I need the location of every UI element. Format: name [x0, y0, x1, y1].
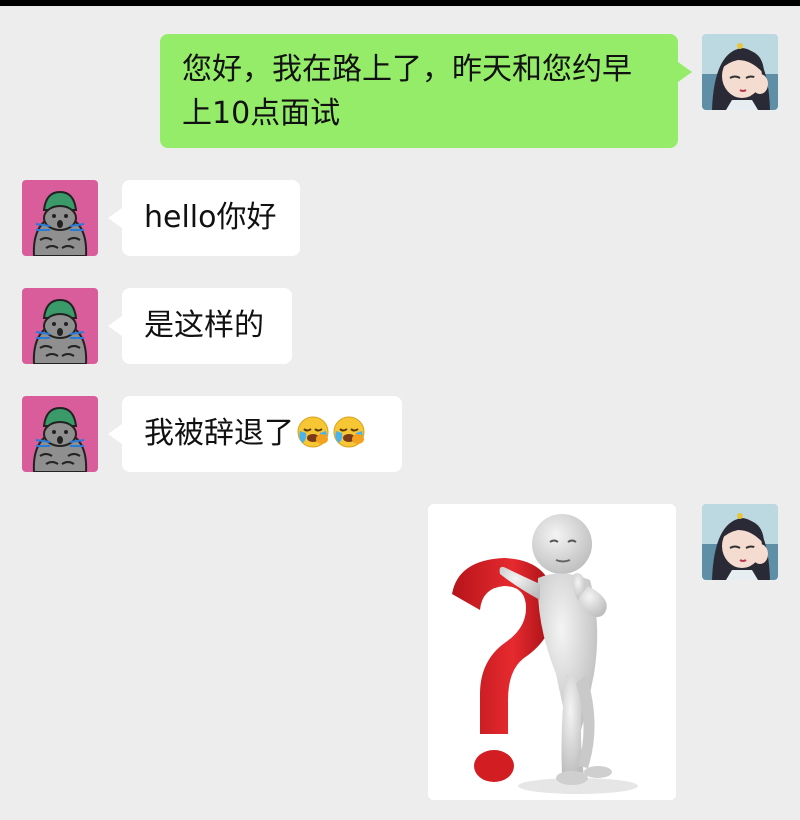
message-text: 我被辞退了	[144, 416, 294, 451]
thinking-figure-question-mark-image	[428, 504, 676, 800]
message-text: 您好，我在路上了，昨天和您约早上10点面试	[182, 52, 632, 131]
contact-avatar[interactable]	[22, 288, 98, 364]
anime-girl-avatar-icon	[702, 34, 778, 110]
incoming-message-bubble[interactable]: 我被辞退了	[108, 396, 402, 472]
contact-avatar[interactable]	[22, 180, 98, 256]
user-avatar[interactable]	[702, 34, 778, 110]
incoming-message-bubble[interactable]: hello你好	[108, 180, 300, 256]
top-edge	[0, 0, 800, 6]
user-avatar[interactable]	[702, 504, 778, 580]
bubble-tail	[678, 62, 692, 82]
bubble-tail	[108, 316, 122, 336]
cartoon-creature-avatar-icon	[22, 180, 98, 256]
crying-emoji-icon	[332, 415, 366, 449]
outgoing-message-bubble[interactable]: 您好，我在路上了，昨天和您约早上10点面试	[160, 34, 692, 148]
message-text: hello你好	[144, 200, 277, 235]
cartoon-creature-avatar-icon	[22, 396, 98, 472]
contact-avatar[interactable]	[22, 396, 98, 472]
incoming-message-bubble[interactable]: 是这样的	[108, 288, 292, 364]
crying-emoji-icon	[296, 415, 330, 449]
image-message[interactable]	[428, 504, 676, 800]
message-text: 是这样的	[144, 308, 264, 343]
cartoon-creature-avatar-icon	[22, 288, 98, 364]
bubble-tail	[108, 424, 122, 444]
bubble-tail	[108, 208, 122, 228]
anime-girl-avatar-icon	[702, 504, 778, 580]
